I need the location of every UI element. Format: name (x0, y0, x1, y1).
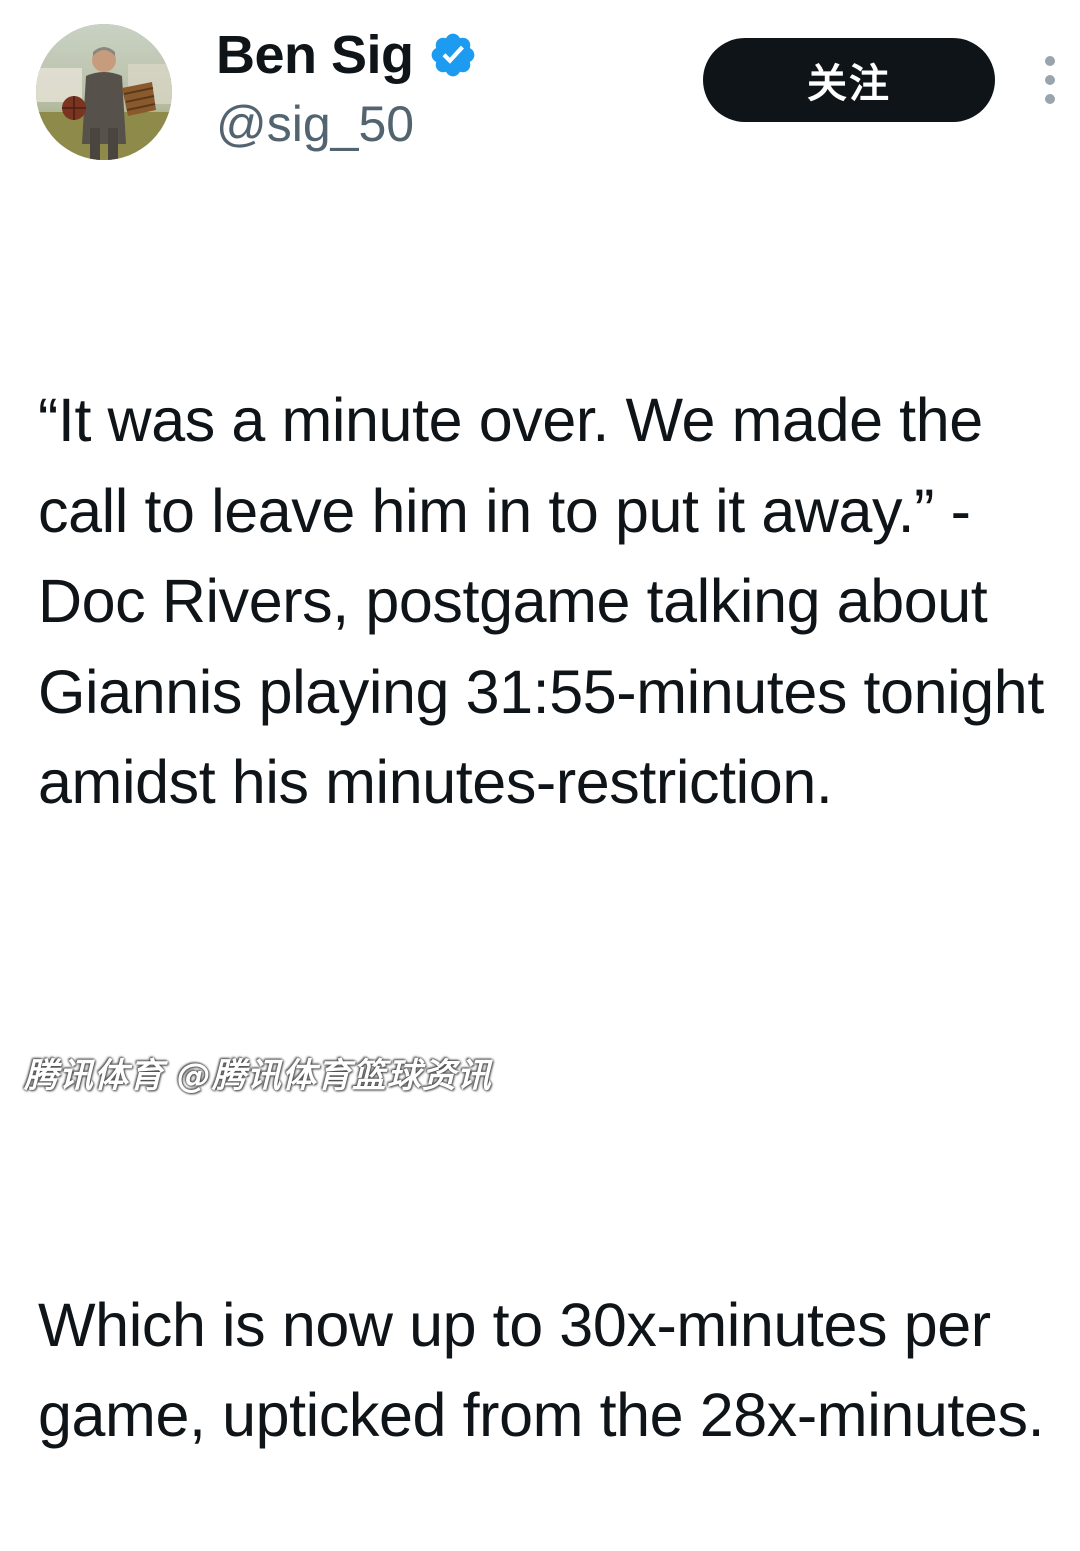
author-avatar[interactable] (36, 24, 172, 160)
tweet-paragraph: Which is now up to 30x-minutes per game,… (38, 1290, 1045, 1450)
author-display-name[interactable]: Ben Sig (216, 22, 414, 88)
more-dot (1045, 56, 1055, 66)
more-vertical-icon[interactable] (1036, 56, 1064, 104)
verified-badge-icon (428, 30, 478, 80)
author-handle[interactable]: @sig_50 (216, 94, 414, 154)
tweet-paragraph: “It was a minute over. We made the call … (38, 386, 1061, 816)
follow-button[interactable]: 关注 (703, 38, 995, 122)
author-name-row: Ben Sig (216, 22, 478, 88)
more-dot (1045, 94, 1055, 104)
more-dot (1045, 75, 1055, 85)
tweet-header: Ben Sig @sig_50 关注 (0, 0, 1080, 170)
avatar-photo-icon (36, 24, 172, 160)
tweet-text: “It was a minute over. We made the call … (38, 194, 1074, 1551)
watermark: 腾讯体育 @腾讯体育篮球资讯 (24, 1056, 492, 1096)
